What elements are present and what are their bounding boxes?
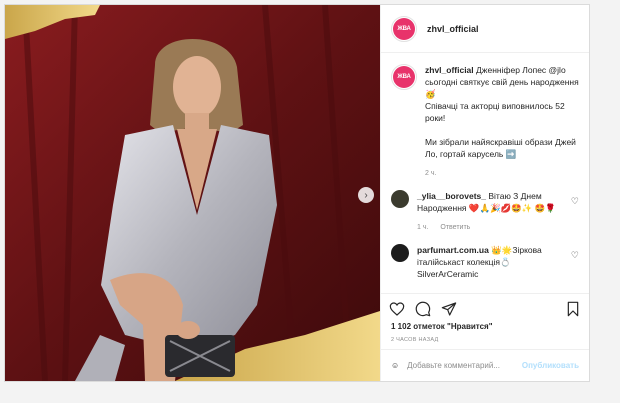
comment-username[interactable]: parfumart.com.ua [417, 245, 489, 255]
caption-username[interactable]: zhvl_official [425, 65, 474, 75]
comment-avatar[interactable] [391, 244, 409, 262]
comment-body: parfumart.com.ua 👑🌟Зіркова італійськаст … [417, 244, 565, 280]
post-actions [381, 293, 589, 323]
account-avatar[interactable]: ЖВА [391, 15, 417, 42]
caption-avatar[interactable]: ЖВА [391, 64, 417, 90]
account-avatar-text: ЖВА [393, 17, 415, 40]
heart-icon[interactable] [389, 301, 405, 317]
post-header: ЖВА zhvl_official [381, 5, 589, 53]
post-time-ago: 2 ЧАСОВ НАЗАД [391, 337, 439, 343]
bookmark-icon[interactable] [565, 301, 581, 317]
comment-username[interactable]: _ylia__borovets_ [417, 191, 486, 201]
page-frame: › ЖВА zhvl_official ЖВА zhvl_official Дж… [0, 0, 620, 403]
comment-avatar[interactable] [391, 190, 409, 208]
likes-count[interactable]: 1 102 отметок "Нравится" [391, 322, 493, 331]
caption-meta: 2 ч. [425, 168, 579, 180]
caption-line2: Співачці та акторці виповнилось 52 роки! [425, 101, 565, 123]
account-username[interactable]: zhvl_official [427, 24, 479, 34]
comment-like-icon[interactable]: ♡ [565, 244, 579, 280]
caption-avatar-text: ЖВА [393, 66, 415, 88]
add-comment-input[interactable]: Добавьте комментарий... [407, 361, 522, 370]
reply-button[interactable]: Ответить [440, 224, 470, 231]
photo-illustration [5, 5, 380, 381]
publish-button[interactable]: Опубликовать [522, 361, 579, 370]
comment-item: parfumart.com.ua 👑🌟Зіркова італійськаст … [391, 244, 579, 280]
comment-item: _ylia__borovets_ Вітаю З Днем Народження… [391, 190, 579, 234]
next-slide-button[interactable]: › [358, 187, 374, 203]
add-comment-bar: ☺ Добавьте комментарий... Опубликовать [381, 349, 589, 381]
comment-time: 1 ч. [417, 224, 429, 231]
emoji-icon[interactable]: ☺ [391, 361, 399, 370]
caption-body: zhvl_official Дженніфер Лопес @jlo сього… [425, 64, 579, 180]
caption-line3: Ми зібрали найяскравіші образи Джей Ло, … [425, 137, 576, 159]
caption-time: 2 ч. [425, 170, 437, 177]
post-photo[interactable]: › [5, 5, 380, 381]
post-modal: › ЖВА zhvl_official ЖВА zhvl_official Дж… [4, 4, 590, 382]
comments-list[interactable]: ЖВА zhvl_official Дженніфер Лопес @jlo с… [381, 54, 589, 292]
comment-meta: 1 ч. Ответить [417, 222, 565, 234]
post-sidebar: ЖВА zhvl_official ЖВА zhvl_official Джен… [380, 5, 589, 381]
comment-icon[interactable] [415, 301, 431, 317]
comment-body: _ylia__borovets_ Вітаю З Днем Народження… [417, 190, 565, 234]
caption: ЖВА zhvl_official Дженніфер Лопес @jlo с… [391, 64, 579, 180]
comment-like-icon[interactable]: ♡ [565, 190, 579, 234]
share-icon[interactable] [441, 301, 457, 317]
